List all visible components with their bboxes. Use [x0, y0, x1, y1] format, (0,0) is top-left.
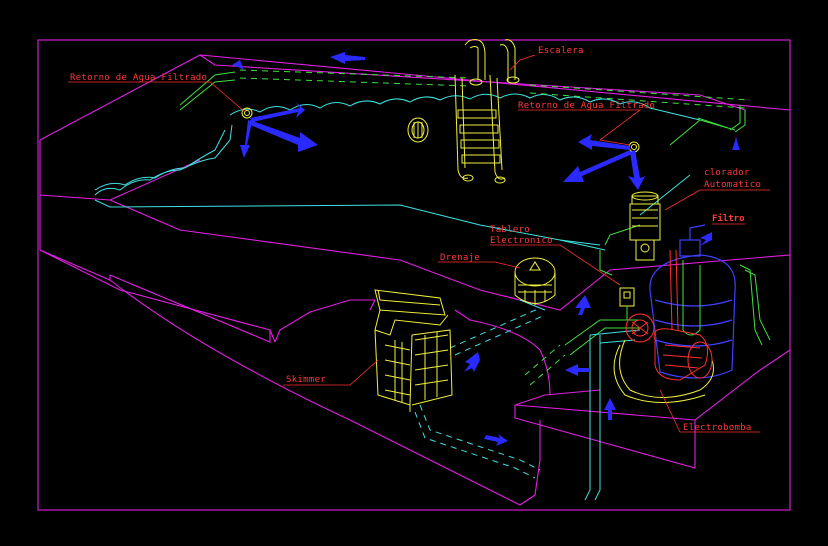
label-automatico: Automatico	[704, 180, 761, 190]
pool-water	[94, 93, 701, 251]
control-panel	[619, 287, 635, 320]
skimmer	[374, 289, 453, 412]
wall-light	[407, 117, 429, 143]
ladder	[454, 39, 520, 184]
label-electronico: Electronico	[490, 236, 553, 246]
label-electrobomba: Electrobomba	[683, 423, 752, 433]
label-retorno-left: Retorno de Agua Filtrado	[70, 73, 207, 83]
pool-diagram: Retorno de Agua Filtrado Escalera Retorn…	[37, 39, 791, 511]
pump	[613, 313, 714, 403]
label-skimmer: Skimmer	[286, 375, 326, 385]
drain	[514, 257, 556, 305]
label-clorador: clorador	[704, 168, 750, 178]
filter-tank	[649, 224, 736, 379]
drawing-frame	[37, 39, 791, 511]
label-filtro: Filtro	[712, 213, 745, 224]
label-escalera: Escalera	[538, 46, 584, 56]
label-drenaje: Drenaje	[440, 253, 480, 263]
label-retorno-right: Retorno de Agua Filtrado	[518, 101, 655, 111]
label-tablero: Tablero	[490, 225, 530, 235]
